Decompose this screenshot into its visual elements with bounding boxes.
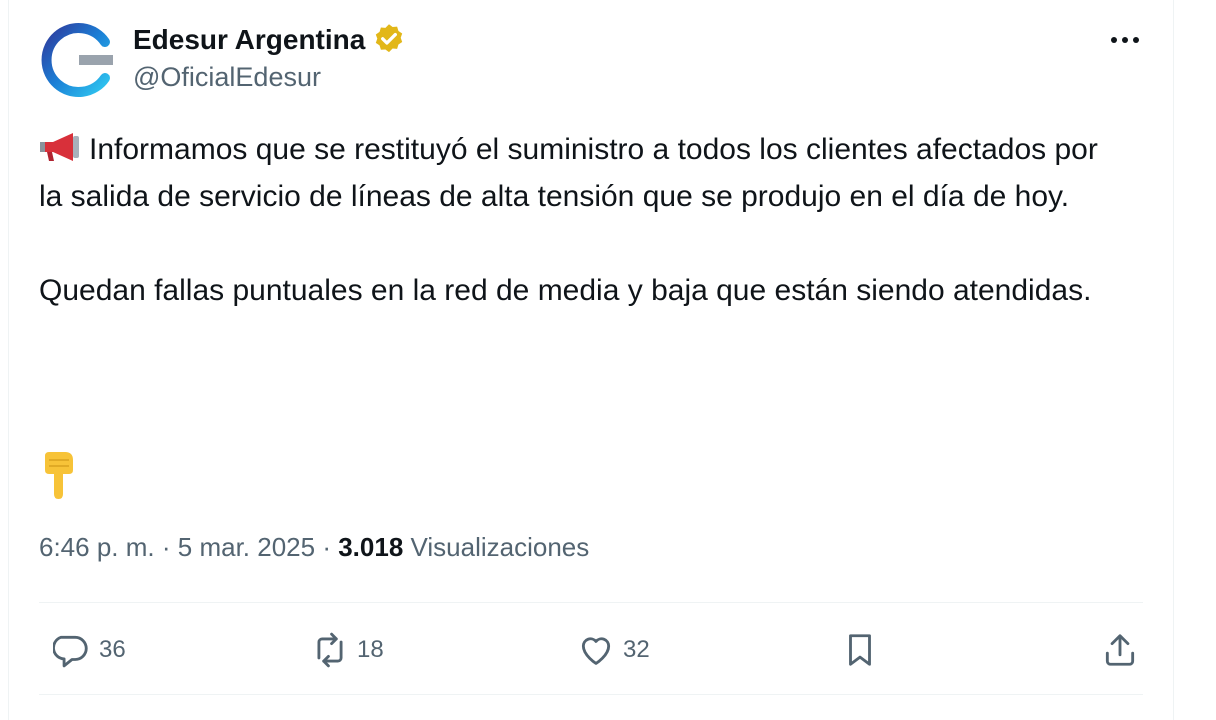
pointing-down-icon bbox=[45, 452, 73, 499]
repost-count: 18 bbox=[357, 636, 384, 663]
tweet-paragraph-2: Quedan fallas puntuales en la red de med… bbox=[39, 274, 1092, 307]
tweet-paragraph-1: Informamos que se restituyó el suministr… bbox=[39, 126, 1129, 220]
share-icon bbox=[1105, 634, 1135, 666]
tweet-date[interactable]: 5 mar. 2025 bbox=[178, 532, 315, 562]
reply-button[interactable]: 36 bbox=[53, 630, 126, 670]
divider-top bbox=[39, 602, 1143, 603]
meta-separator-1: · bbox=[161, 532, 171, 562]
more-options-icon bbox=[1111, 37, 1139, 43]
repost-icon bbox=[317, 632, 343, 668]
like-button[interactable]: 32 bbox=[577, 630, 650, 670]
megaphone-icon bbox=[40, 133, 79, 161]
divider-bottom bbox=[39, 694, 1143, 695]
avatar[interactable] bbox=[39, 20, 119, 100]
views-label: Visualizaciones bbox=[410, 532, 590, 562]
heart-icon bbox=[581, 637, 611, 665]
author-name-text: Edesur Argentina bbox=[133, 24, 366, 55]
edesur-logo-icon bbox=[41, 23, 113, 97]
bookmark-button[interactable] bbox=[841, 630, 879, 670]
repost-button[interactable]: 18 bbox=[311, 630, 384, 670]
tweet-paragraph-1-text: Informamos que se restituyó el suministr… bbox=[39, 133, 1098, 213]
action-bar: 36 18 32 bbox=[39, 620, 1143, 680]
share-button[interactable] bbox=[1101, 630, 1139, 670]
reply-icon bbox=[53, 635, 88, 668]
author-display-name[interactable]: Edesur Argentina bbox=[133, 22, 407, 58]
author-handle[interactable]: @OficialEdesur bbox=[133, 62, 321, 93]
reply-count: 36 bbox=[99, 636, 126, 663]
like-count: 32 bbox=[623, 636, 650, 663]
tweet-card: Edesur Argentina @OficialEdesur Informam… bbox=[8, 0, 1174, 720]
meta-separator-2: · bbox=[322, 532, 331, 562]
tweet-time[interactable]: 6:46 p. m. bbox=[39, 532, 155, 562]
tweet-meta: 6:46 p. m. · 5 mar. 2025 · 3.018 Visuali… bbox=[39, 532, 589, 563]
bookmark-icon bbox=[849, 634, 871, 666]
views-count: 3.018 bbox=[338, 532, 404, 562]
more-options-button[interactable] bbox=[1105, 22, 1145, 58]
verified-badge-icon bbox=[376, 24, 403, 53]
tweet-text: Informamos que se restituyó el suministr… bbox=[39, 126, 1129, 314]
